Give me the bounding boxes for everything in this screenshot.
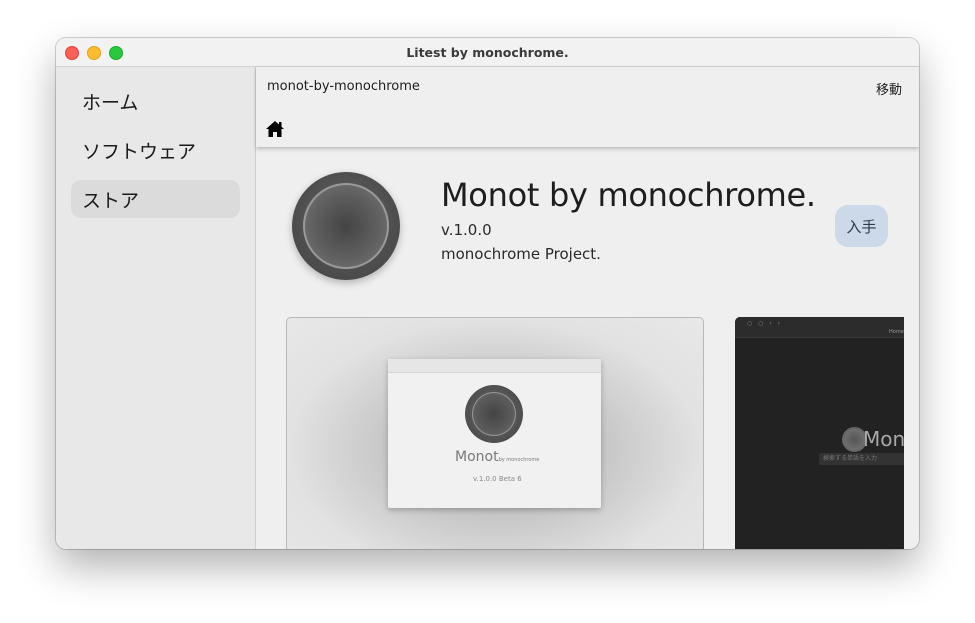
sidebar-item-label: ホーム — [82, 91, 139, 114]
sidebar-item-home[interactable]: ホーム — [71, 82, 240, 120]
app-window: Litest by monochrome. ホーム ソフトウェア ストア mon… — [56, 38, 919, 549]
screenshot-app-version: v.1.0.0 Beta 6 — [473, 475, 522, 483]
sidebar-item-software[interactable]: ソフトウェア — [71, 131, 240, 169]
screenshot-2[interactable]: ○ ○ ‹ › Home Mono 検索する単語を入力 — [735, 317, 904, 549]
home-icon[interactable] — [265, 120, 285, 138]
store-scroll-area[interactable]: Monot by monochrome. v.1.0.0 monochrome … — [256, 147, 904, 549]
app-icon-ring — [303, 183, 389, 269]
url-field[interactable]: monot-by-monochrome — [267, 79, 420, 94]
app-icon — [292, 172, 400, 280]
sidebar-item-store[interactable]: ストア — [71, 180, 240, 218]
browser-toolbar: monot-by-monochrome 移動 — [256, 67, 919, 147]
screenshot-1[interactable]: Monotby monochrome v.1.0.0 Beta 6 — [286, 317, 704, 549]
screenshot-app-icon-ring — [472, 392, 516, 436]
screenshot-home-label: Home — [889, 329, 904, 335]
zoom-window-button[interactable] — [109, 46, 123, 60]
window-controls — [65, 46, 123, 60]
sidebar-item-label: ソフトウェア — [82, 140, 197, 163]
app-version: v.1.0.0 — [441, 221, 492, 239]
screenshot-mini-toolbar — [388, 359, 601, 373]
sidebar: ホーム ソフトウェア ストア — [56, 67, 256, 549]
close-window-button[interactable] — [65, 46, 79, 60]
app-developer: monochrome Project. — [441, 245, 601, 263]
minimize-window-button[interactable] — [87, 46, 101, 60]
go-button[interactable]: 移動 — [876, 79, 902, 98]
screenshot-dark-search: 検索する単語を入力 — [819, 453, 904, 465]
screenshot-app-icon — [465, 385, 523, 443]
screenshot-app-title: Monotby monochrome — [455, 449, 539, 465]
screenshot-app-subtitle: by monochrome — [498, 457, 540, 463]
screenshot-dark-toolbar: ○ ○ ‹ › Home — [735, 317, 904, 338]
screenshot-dark-title: Mono — [863, 427, 904, 451]
screenshot-nav-icons: ○ ○ ‹ › — [747, 320, 782, 327]
sidebar-item-label: ストア — [82, 189, 140, 212]
get-button[interactable]: 入手 — [835, 205, 888, 247]
screenshot-app-title-text: Monot — [455, 449, 499, 465]
window-title: Litest by monochrome. — [406, 44, 569, 60]
app-title: Monot by monochrome. — [441, 176, 816, 214]
title-bar: Litest by monochrome. — [56, 38, 919, 67]
main-content: monot-by-monochrome 移動 Monot by monochro… — [256, 67, 919, 549]
screenshot-mini-window: Monotby monochrome v.1.0.0 Beta 6 — [388, 359, 601, 508]
